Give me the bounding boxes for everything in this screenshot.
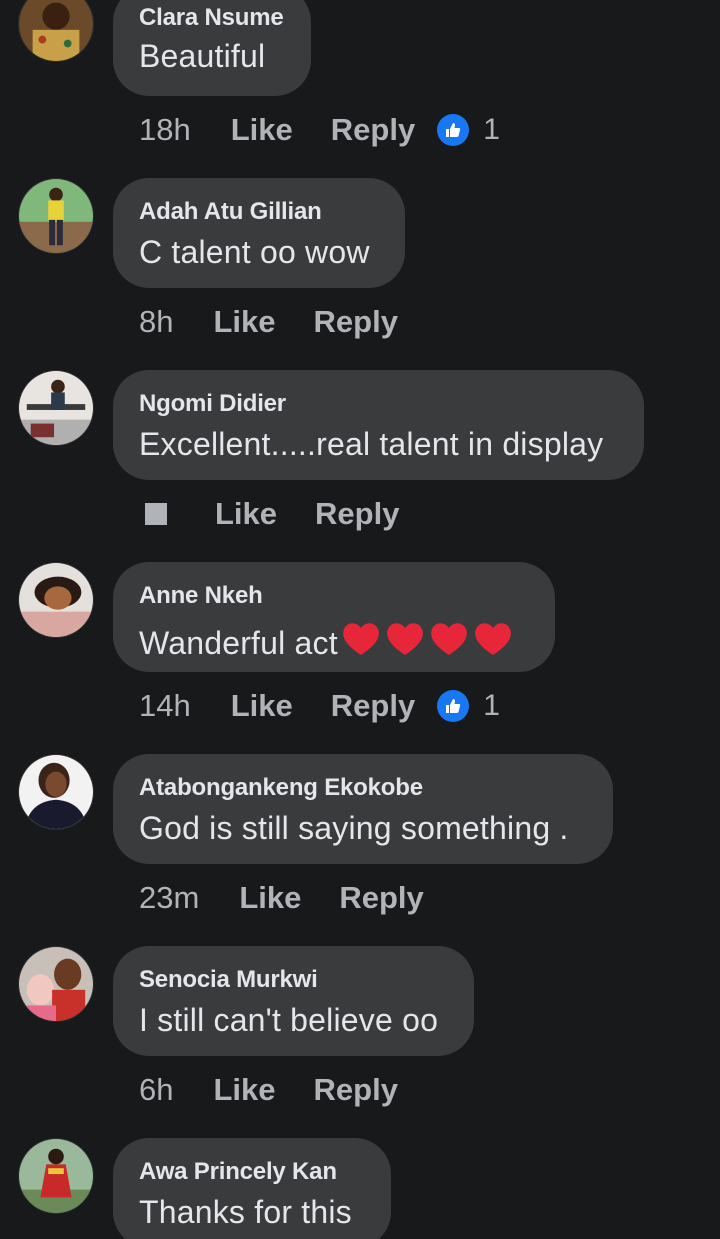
reply-button[interactable]: Reply — [331, 688, 415, 724]
comment-text: C talent oo wow — [139, 234, 370, 270]
comment-text: Excellent.....real talent in display — [139, 426, 604, 462]
comment-timestamp[interactable]: 8h — [139, 304, 173, 340]
comment-bubble: Atabongankeng Ekokobe God is still sayin… — [113, 754, 613, 864]
comment-actions: 23m Like Reply — [139, 878, 446, 918]
reply-button[interactable]: Reply — [315, 496, 399, 532]
comment-timestamp[interactable]: 18h — [139, 112, 191, 148]
avatar[interactable] — [18, 754, 94, 830]
comment-text: God is still saying something . — [139, 810, 569, 846]
avatar[interactable] — [18, 178, 94, 254]
reaction-count[interactable]: 1 — [483, 113, 500, 147]
heart-emoji-group — [338, 618, 514, 666]
comment-bubble: Clara Nsume Beautiful — [113, 0, 311, 96]
red-heart-icon — [475, 623, 511, 655]
commenter-name[interactable]: Awa Princely Kan — [139, 1158, 337, 1186]
avatar[interactable] — [18, 370, 94, 446]
commenter-name[interactable]: Ngomi Didier — [139, 390, 286, 418]
red-heart-icon — [343, 623, 379, 655]
like-button[interactable]: Like — [215, 496, 277, 532]
like-button[interactable]: Like — [213, 1072, 275, 1108]
comment-actions: 8h Like Reply — [139, 302, 420, 342]
comment-text: Beautiful — [139, 38, 266, 74]
like-button[interactable]: Like — [213, 304, 275, 340]
like-reaction-icon[interactable] — [437, 690, 470, 722]
comment-bubble: Anne Nkeh Wanderful act — [113, 562, 555, 672]
red-heart-icon — [431, 623, 467, 655]
reaction-count[interactable]: 1 — [483, 689, 500, 723]
comment-bubble: Senocia Murkwi I still can't believe oo — [113, 946, 474, 1056]
comment-timestamp[interactable]: 14h — [139, 688, 191, 724]
like-button[interactable]: Like — [239, 880, 301, 916]
like-button[interactable]: Like — [231, 688, 293, 724]
commenter-name[interactable]: Senocia Murkwi — [139, 966, 318, 994]
reply-button[interactable]: Reply — [339, 880, 423, 916]
red-heart-icon — [387, 623, 423, 655]
like-button[interactable]: Like — [231, 112, 293, 148]
comment-actions: 18h Like Reply 1 — [139, 110, 500, 150]
comment-text: I still can't believe oo — [139, 1002, 439, 1038]
comment-actions: 14h Like Reply 1 — [139, 686, 500, 726]
avatar[interactable] — [18, 0, 94, 62]
commenter-name[interactable]: Atabongankeng Ekokobe — [139, 774, 423, 802]
comment-timestamp[interactable]: 6h — [139, 1072, 173, 1108]
reply-button[interactable]: Reply — [331, 112, 415, 148]
reply-button[interactable]: Reply — [314, 1072, 398, 1108]
comment-actions: Like Reply — [139, 494, 421, 534]
commenter-name[interactable]: Anne Nkeh — [139, 582, 263, 610]
reply-button[interactable]: Reply — [314, 304, 398, 340]
avatar[interactable] — [18, 946, 94, 1022]
comment-bubble: Adah Atu Gillian C talent oo wow — [113, 178, 405, 288]
avatar[interactable] — [18, 1138, 94, 1214]
comment-bubble: Ngomi Didier Excellent.....real talent i… — [113, 370, 644, 480]
comment-text: Wanderful act — [139, 618, 514, 666]
square-icon — [145, 503, 167, 525]
comments-feed: Clara Nsume Beautiful 18h Like Reply 1 A… — [0, 0, 720, 1239]
comment-timestamp[interactable]: 23m — [139, 880, 199, 916]
commenter-name[interactable]: Clara Nsume — [139, 4, 284, 32]
comment-actions: 6h Like Reply — [139, 1070, 420, 1110]
avatar[interactable] — [18, 562, 94, 638]
commenter-name[interactable]: Adah Atu Gillian — [139, 198, 322, 226]
comment-text: Thanks for this — [139, 1194, 352, 1230]
like-reaction-icon[interactable] — [437, 114, 470, 146]
comment-bubble: Awa Princely Kan Thanks for this — [113, 1138, 391, 1239]
